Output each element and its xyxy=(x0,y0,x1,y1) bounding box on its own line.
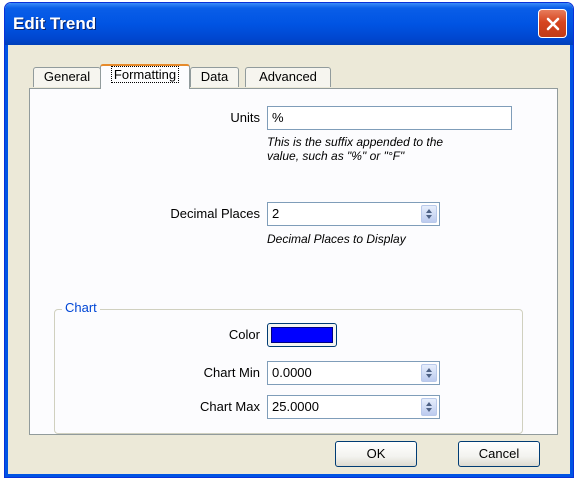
dialog-body: General Formatting Data Advanced Units %… xyxy=(5,45,573,477)
chart-max-stepper[interactable]: 25.0000 xyxy=(267,395,440,419)
chart-group-title: Chart xyxy=(62,300,100,315)
units-hint-line1: This is the suffix appended to the xyxy=(267,135,444,149)
chart-max-value: 25.0000 xyxy=(272,399,319,414)
units-label: Units xyxy=(230,110,260,125)
units-hint-line2: value, such as "%" or "°F" xyxy=(267,149,405,163)
units-hint: This is the suffix appended to the value… xyxy=(267,135,443,163)
decimal-places-spin-button[interactable] xyxy=(421,205,437,223)
color-swatch-fill xyxy=(271,327,333,343)
formatting-panel: Units % This is the suffix appended to t… xyxy=(29,88,558,435)
decimal-places-value: 2 xyxy=(272,206,280,221)
spin-up-icon xyxy=(426,402,432,406)
color-label: Color xyxy=(228,327,260,342)
color-picker-button[interactable] xyxy=(267,323,337,347)
cancel-button[interactable]: Cancel xyxy=(458,441,540,467)
tab-formatting-label: Formatting xyxy=(110,66,180,83)
chart-max-label: Chart Max xyxy=(200,399,260,414)
units-input[interactable]: % xyxy=(267,106,512,130)
chart-min-label: Chart Min xyxy=(203,365,260,380)
tab-advanced[interactable]: Advanced xyxy=(245,67,331,87)
tab-data-label: Data xyxy=(200,69,229,84)
spin-down-icon xyxy=(426,215,432,219)
spin-down-icon xyxy=(426,408,432,412)
decimal-places-stepper[interactable]: 2 xyxy=(267,202,440,226)
chart-min-spin-button[interactable] xyxy=(421,364,437,382)
tab-data[interactable]: Data xyxy=(190,67,239,87)
close-button[interactable] xyxy=(538,9,567,38)
decimal-places-label: Decimal Places xyxy=(170,206,260,221)
spin-up-icon xyxy=(426,209,432,213)
close-icon xyxy=(546,17,559,30)
tab-general[interactable]: General xyxy=(33,67,101,87)
title-bar[interactable]: Edit Trend xyxy=(5,3,573,45)
edit-trend-dialog: Edit Trend General Formatting Data Advan… xyxy=(4,2,574,478)
spin-down-icon xyxy=(426,374,432,378)
ok-button[interactable]: OK xyxy=(335,441,417,467)
chart-min-value: 0.0000 xyxy=(272,365,312,380)
window-title: Edit Trend xyxy=(13,14,97,33)
tab-general-label: General xyxy=(43,69,91,84)
spin-up-icon xyxy=(426,368,432,372)
chart-max-spin-button[interactable] xyxy=(421,398,437,416)
decimal-places-hint: Decimal Places to Display xyxy=(267,232,406,246)
tab-formatting[interactable]: Formatting xyxy=(100,64,190,89)
chart-min-stepper[interactable]: 0.0000 xyxy=(267,361,440,385)
tab-advanced-label: Advanced xyxy=(259,69,317,84)
